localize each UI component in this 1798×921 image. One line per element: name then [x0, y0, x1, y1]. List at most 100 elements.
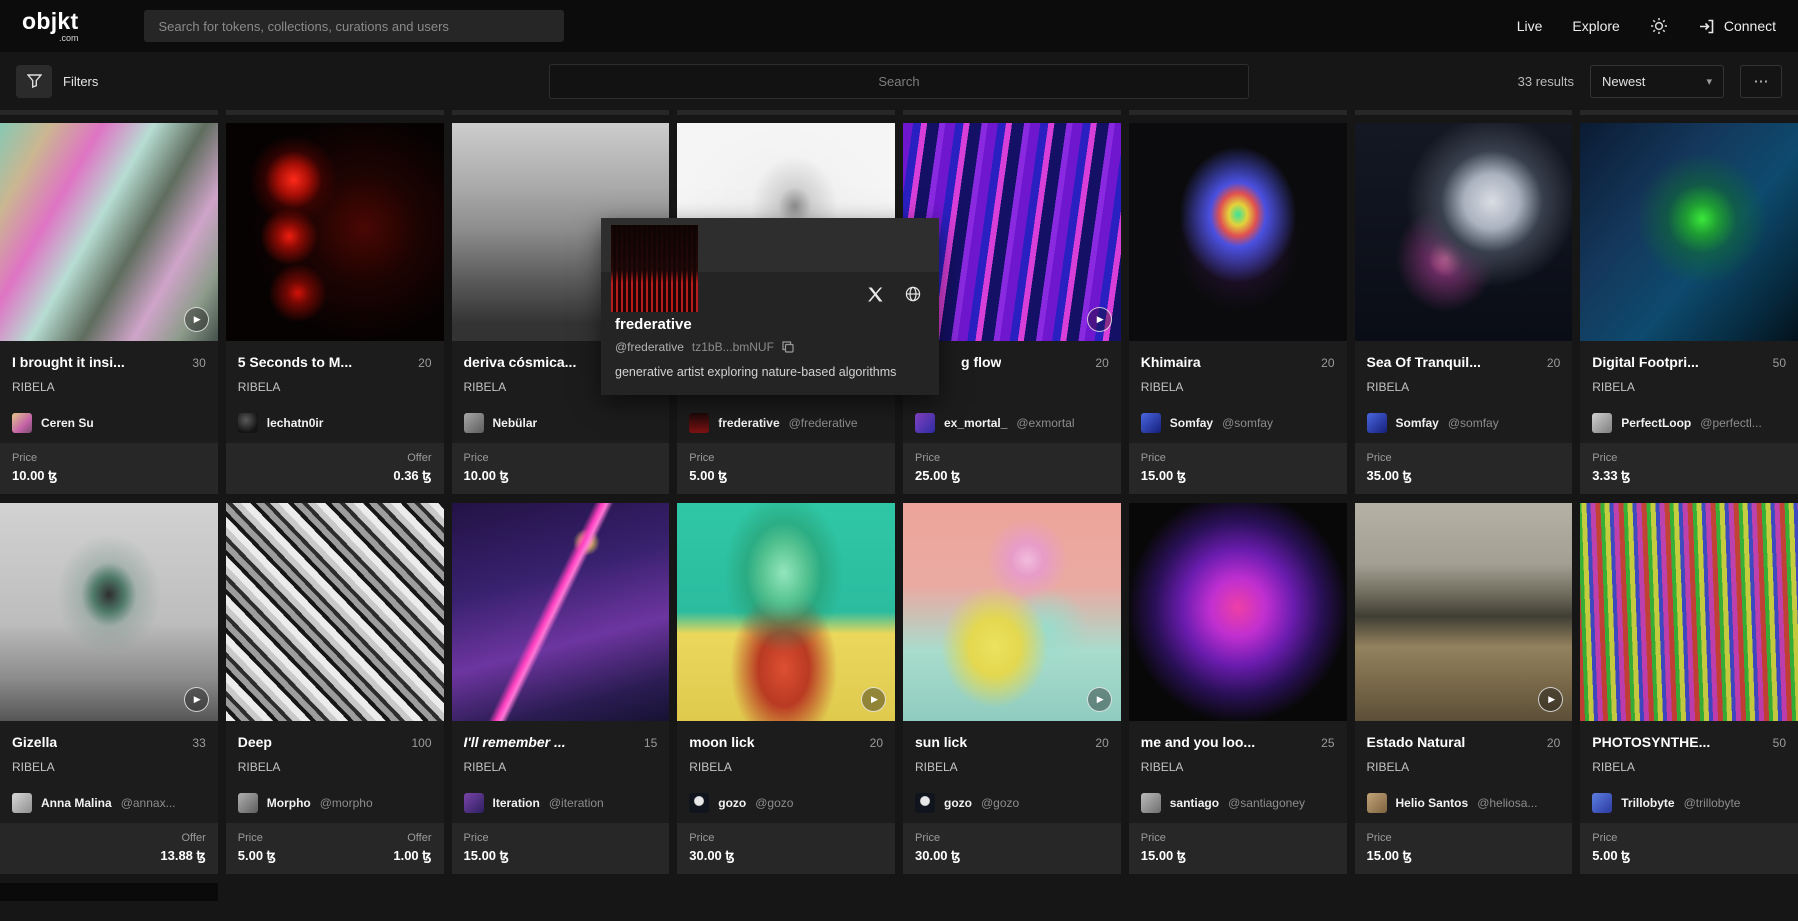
artist-link[interactable]: santiago @santiagoney — [1140, 792, 1335, 813]
play-icon[interactable]: ▶ — [183, 306, 209, 332]
token-card[interactable]: Deep 100 RIBELA Morpho @morpho Price 5.00… — [225, 502, 444, 874]
artist-link[interactable]: frederative @frederative — [689, 412, 883, 433]
play-icon[interactable]: ▶ — [183, 686, 209, 712]
token-artwork[interactable] — [451, 502, 670, 721]
token-title[interactable]: Sea Of Tranquil... — [1367, 354, 1481, 371]
profile-avatar[interactable] — [611, 225, 698, 312]
artist-link[interactable]: Iteration @iteration — [463, 792, 658, 813]
artist-link[interactable]: Somfay @somfay — [1140, 412, 1335, 433]
token-title[interactable]: Deep — [238, 734, 272, 751]
next-row-partial — [0, 882, 1798, 901]
token-title[interactable]: 5 Seconds to M... — [238, 354, 352, 371]
token-title[interactable]: I brought it insi... — [12, 354, 125, 371]
more-options-button[interactable]: ⋯ — [1740, 64, 1782, 98]
collection-link[interactable]: RIBELA — [915, 760, 1109, 774]
results-search-input[interactable] — [549, 63, 1249, 99]
objkt-logo[interactable]: objkt .com — [22, 9, 78, 43]
copy-address-button[interactable] — [782, 341, 794, 353]
nav-explore[interactable]: Explore — [1572, 18, 1619, 34]
website-link[interactable] — [905, 286, 921, 302]
artist-link[interactable]: gozo @gozo — [689, 792, 883, 813]
token-card[interactable]: ▶ Gizella 33 RIBELA Anna Malina @annax..… — [0, 502, 218, 874]
collection-link[interactable]: RIBELA — [1141, 760, 1335, 774]
collection-link[interactable]: RIBELA — [1141, 380, 1335, 394]
artist-link[interactable]: Helio Santos @heliosa... — [1366, 792, 1561, 813]
token-artwork[interactable]: ▶ — [677, 502, 895, 721]
token-artwork[interactable]: ▶ — [903, 502, 1121, 721]
artist-name: gozo — [944, 795, 972, 810]
artist-link[interactable]: Somfay @somfay — [1366, 412, 1561, 433]
token-card[interactable]: me and you loo... 25 RIBELA santiago @sa… — [1128, 502, 1347, 874]
artist-link[interactable]: lechatn0ir — [237, 412, 432, 433]
token-card[interactable]: Sea Of Tranquil... 20 RIBELA Somfay @som… — [1354, 123, 1573, 494]
collection-link[interactable]: RIBELA — [12, 380, 206, 394]
play-icon[interactable]: ▶ — [1086, 306, 1112, 332]
token-card[interactable]: PHOTOSYNTHE... 50 RIBELA Trillobyte @tri… — [1580, 502, 1798, 874]
collection-link[interactable]: RIBELA — [1367, 380, 1561, 394]
profile-name[interactable]: frederative — [615, 316, 925, 333]
collection-link[interactable]: RIBELA — [1367, 760, 1561, 774]
token-artwork[interactable] — [1580, 502, 1798, 721]
token-title[interactable]: Gizella — [12, 734, 57, 751]
next-row-card-partial[interactable] — [0, 882, 218, 901]
token-title[interactable]: me and you loo... — [1141, 734, 1255, 751]
token-artwork[interactable] — [225, 502, 444, 721]
collection-link[interactable]: RIBELA — [1592, 380, 1786, 394]
token-title[interactable]: sun lick — [915, 734, 967, 751]
token-artwork[interactable] — [1128, 123, 1347, 341]
collection-link[interactable]: RIBELA — [238, 380, 432, 394]
token-artwork[interactable]: ▶ — [0, 502, 218, 721]
artist-link[interactable]: Ceren Su — [12, 412, 206, 433]
token-title[interactable]: deriva cósmica... — [464, 354, 577, 371]
artist-link[interactable]: Nebülar — [463, 412, 658, 433]
token-artwork[interactable] — [1580, 123, 1798, 341]
token-card[interactable]: ▶ moon lick 20 RIBELA gozo @gozo Price 30… — [677, 502, 895, 874]
collection-link[interactable]: RIBELA — [1592, 760, 1786, 774]
token-artwork[interactable] — [225, 123, 444, 341]
collection-link[interactable]: RIBELA — [464, 760, 658, 774]
play-icon[interactable]: ▶ — [861, 686, 886, 712]
token-card[interactable]: ▶ sun lick 20 RIBELA gozo @gozo Price 30.… — [903, 502, 1121, 874]
token-artwork[interactable] — [1128, 502, 1347, 721]
artist-link[interactable]: PerfectLoop @perfectl... — [1592, 412, 1786, 433]
nav-live[interactable]: Live — [1517, 18, 1543, 34]
token-title[interactable]: Estado Natural — [1367, 734, 1466, 751]
sort-dropdown[interactable]: Newest ▾ — [1590, 64, 1724, 98]
token-title[interactable]: moon lick — [689, 734, 754, 751]
artist-link[interactable]: Morpho @morpho — [237, 792, 432, 813]
token-title[interactable]: Khimaira — [1141, 354, 1201, 371]
global-search-input[interactable] — [144, 10, 565, 42]
token-title[interactable]: PHOTOSYNTHE... — [1592, 734, 1710, 751]
token-card[interactable]: 5 Seconds to M... 20 RIBELA lechatn0ir O… — [225, 123, 444, 494]
token-artwork[interactable] — [1354, 123, 1573, 341]
token-info: Estado Natural 20 RIBELA Helio Santos @h… — [1355, 721, 1573, 823]
artist-link[interactable]: ex_mortal_ @exmortal — [915, 412, 1109, 433]
token-card[interactable]: ▶ I brought it insi... 30 RIBELA Ceren S… — [0, 123, 218, 494]
token-card[interactable]: I'll remember ... 15 RIBELA Iteration @i… — [451, 502, 670, 874]
theme-toggle[interactable] — [1650, 17, 1668, 35]
collection-link[interactable] — [915, 380, 1109, 394]
twitter-x-link[interactable] — [868, 286, 883, 302]
token-title[interactable]: I'll remember ... — [464, 734, 566, 751]
artist-link[interactable]: Anna Malina @annax... — [12, 792, 206, 813]
artist-link[interactable]: gozo @gozo — [915, 792, 1109, 813]
profile-handle[interactable]: @frederative — [615, 340, 684, 354]
token-title[interactable]: Digital Footpri... — [1592, 354, 1699, 371]
token-card[interactable]: Khimaira 20 RIBELA Somfay @somfay Price 1… — [1128, 123, 1347, 494]
token-card[interactable]: ▶ Estado Natural 20 RIBELA Helio Santos … — [1354, 502, 1573, 874]
filters-button[interactable]: Filters — [16, 64, 98, 98]
collection-link[interactable]: RIBELA — [238, 760, 432, 774]
token-artwork[interactable]: ▶ — [1354, 502, 1573, 721]
artist-link[interactable]: Trillobyte @trillobyte — [1592, 792, 1786, 813]
price-label: Price — [12, 451, 38, 464]
token-card[interactable]: Digital Footpri... 50 RIBELA PerfectLoop… — [1580, 123, 1798, 494]
artist-avatar — [237, 412, 258, 433]
play-icon[interactable]: ▶ — [1538, 686, 1564, 712]
price-price: Price 25.00 ꜩ — [915, 452, 960, 484]
collection-link[interactable]: RIBELA — [12, 760, 206, 774]
filter-icon-chip[interactable] — [16, 64, 52, 98]
connect-button[interactable]: Connect — [1698, 18, 1776, 35]
token-artwork[interactable]: ▶ — [0, 123, 218, 341]
collection-link[interactable]: RIBELA — [689, 760, 883, 774]
play-icon[interactable]: ▶ — [1086, 686, 1112, 712]
